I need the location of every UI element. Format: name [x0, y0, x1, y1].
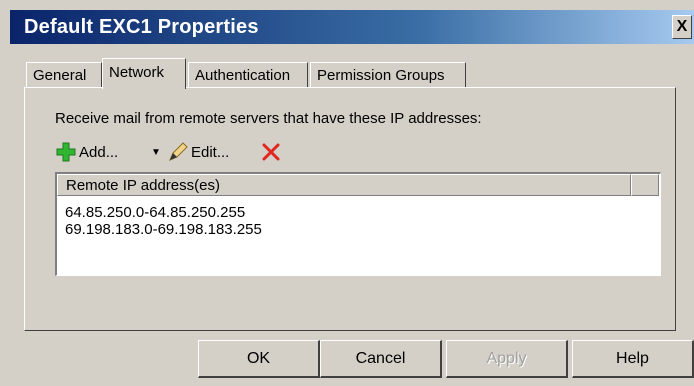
title-bar: Default EXC1 Properties X: [10, 10, 694, 44]
pencil-icon[interactable]: [167, 141, 191, 165]
cancel-button[interactable]: Cancel: [320, 340, 442, 378]
add-button[interactable]: Add...: [79, 141, 118, 165]
properties-dialog: Default EXC1 Properties X General Networ…: [0, 0, 694, 386]
network-tab-panel: Receive mail from remote servers that ha…: [24, 87, 676, 331]
close-button[interactable]: X: [672, 15, 692, 39]
tab-general[interactable]: General: [26, 62, 102, 87]
column-header-remote-ip[interactable]: Remote IP address(es): [57, 174, 631, 196]
green-plus-icon[interactable]: [55, 141, 77, 165]
help-button[interactable]: Help: [572, 340, 694, 378]
remote-ip-list[interactable]: Remote IP address(es) 64.85.250.0-64.85.…: [55, 172, 661, 276]
red-x-icon[interactable]: [261, 141, 281, 165]
ok-button[interactable]: OK: [198, 340, 320, 378]
intro-label: Receive mail from remote servers that ha…: [55, 110, 482, 127]
tab-authentication[interactable]: Authentication: [188, 62, 308, 87]
edit-button[interactable]: Edit...: [191, 141, 229, 165]
apply-button[interactable]: Apply: [446, 340, 568, 378]
column-header-blank[interactable]: [631, 174, 659, 196]
list-item[interactable]: 64.85.250.0-64.85.250.255: [65, 204, 262, 221]
list-item[interactable]: 69.198.183.0-69.198.183.255: [65, 221, 262, 238]
list-header: Remote IP address(es): [57, 174, 659, 196]
window-title: Default EXC1 Properties: [24, 16, 259, 38]
list-body: 64.85.250.0-64.85.250.255 69.198.183.0-6…: [65, 204, 262, 238]
tab-network[interactable]: Network: [102, 58, 186, 89]
chevron-down-icon[interactable]: ▼: [151, 141, 161, 165]
tab-permission-groups[interactable]: Permission Groups: [310, 62, 466, 87]
